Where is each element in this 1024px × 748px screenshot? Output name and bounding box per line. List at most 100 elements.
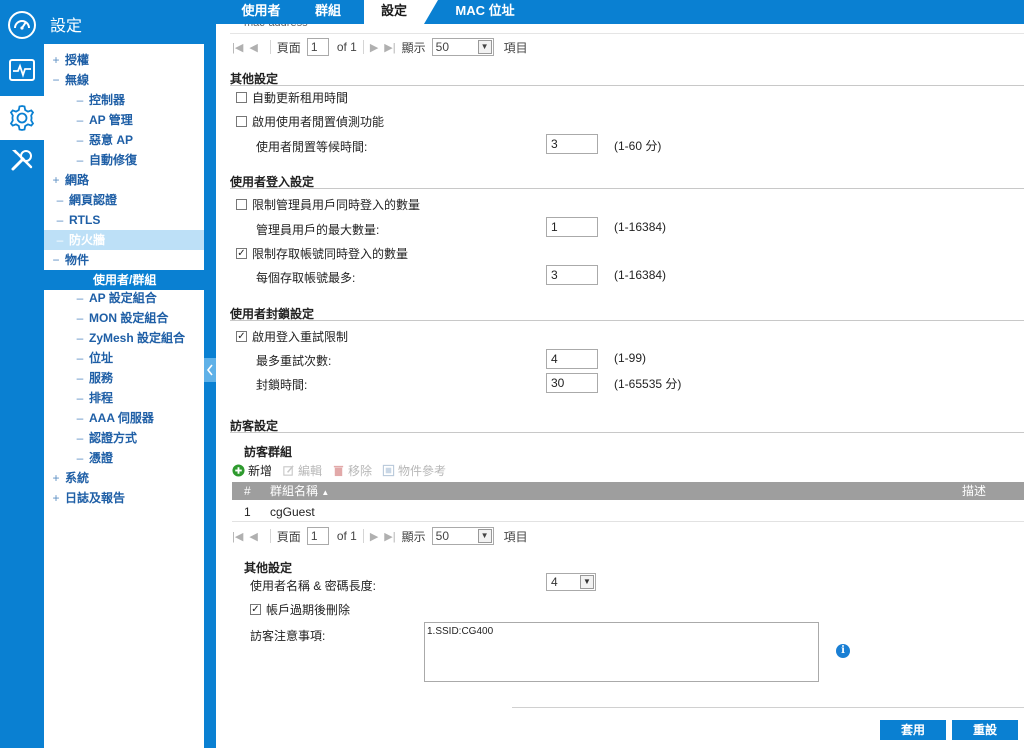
tab-groups[interactable]: 群組	[300, 0, 356, 24]
nav-item-mon-profile[interactable]: – MON 設定組合	[44, 308, 204, 328]
nav-item-system[interactable]: + 系統	[44, 468, 204, 488]
pager-guest: |◀ ◀ 頁面 1 of 1 ▶ ▶| 顯示 50 ▼ 項目	[232, 525, 528, 547]
nav-item-user-group[interactable]: 使用者/群組	[44, 270, 204, 290]
nav-item-zymesh-profile[interactable]: – ZyMesh 設定組合	[44, 328, 204, 348]
items-label: 項目	[503, 529, 528, 544]
nav-item-ap-management[interactable]: – AP 管理	[44, 110, 204, 130]
edit-button[interactable]: 編輯	[282, 462, 322, 479]
next-page-icon[interactable]: ▶	[370, 530, 378, 543]
first-page-icon[interactable]: |◀	[232, 530, 243, 543]
last-page-icon[interactable]: ▶|	[384, 41, 395, 54]
access-max-input[interactable]: 3	[546, 265, 598, 285]
admin-max-label: 管理員用戶的最大數量:	[256, 223, 380, 237]
nav-item-label: 授權	[65, 53, 90, 67]
col-group-name[interactable]: 群組名稱 ▲	[270, 482, 329, 502]
nav-item-label: 網頁認證	[69, 193, 118, 207]
nav-item-controller[interactable]: – 控制器	[44, 90, 204, 110]
name-pw-len-select[interactable]: 4 ▼	[546, 573, 596, 591]
nav-item-firewall[interactable]: – 防火牆	[44, 230, 204, 250]
prev-page-icon[interactable]: ◀	[249, 530, 257, 543]
nav-item-object[interactable]: − 物件	[44, 250, 204, 270]
col-description: 描述	[962, 484, 987, 498]
idle-wait-input[interactable]: 3	[546, 134, 598, 154]
nav-item-auto-healing[interactable]: – 自動修復	[44, 150, 204, 170]
object-reference-button[interactable]: 物件參考	[382, 462, 446, 479]
monitor-button[interactable]	[5, 53, 39, 87]
nav-item-wireless[interactable]: − 無線	[44, 70, 204, 90]
nav-item-label: 憑證	[89, 451, 114, 465]
nav-item-auth-method[interactable]: – 認證方式	[44, 428, 204, 448]
nav-item-schedule[interactable]: – 排程	[44, 388, 204, 408]
configuration-button[interactable]	[0, 96, 44, 140]
pager-top: |◀ ◀ 頁面 1 of 1 ▶ ▶| 顯示 50 ▼ 項目	[232, 36, 528, 58]
remove-label: 移除	[348, 463, 373, 478]
divider	[362, 529, 364, 543]
limit-access-checkbox[interactable]: ✓ 限制存取帳號同時登入的數量	[236, 245, 408, 261]
items-label: 項目	[503, 40, 528, 55]
nav-item-certificate[interactable]: – 憑證	[44, 448, 204, 468]
per-page-select[interactable]: 50 ▼	[431, 527, 494, 545]
add-button[interactable]: 新增	[232, 462, 272, 479]
divider	[269, 529, 271, 543]
nav-item-label: AP 管理	[89, 113, 133, 127]
table-row[interactable]: 1 cgGuest	[232, 502, 1024, 522]
idle-detect-checkbox[interactable]: 啟用使用者閒置偵測功能	[236, 113, 384, 129]
show-label: 顯示	[401, 529, 426, 544]
checkbox-label: 自動更新租用時間	[252, 90, 349, 105]
tab-users[interactable]: 使用者	[226, 0, 296, 24]
dashboard-button[interactable]	[5, 8, 39, 42]
apply-button[interactable]: 套用	[880, 720, 946, 740]
tab-mac-address[interactable]: MAC 位址	[440, 0, 530, 24]
guest-notice-textarea[interactable]: 1.SSID:CG400	[424, 622, 819, 682]
per-page-select[interactable]: 50 ▼	[431, 38, 494, 56]
access-max-range: (1-16384)	[614, 268, 667, 282]
next-page-icon[interactable]: ▶	[370, 41, 378, 54]
nav-item-log-report[interactable]: + 日誌及報告	[44, 488, 204, 508]
limit-admin-checkbox[interactable]: 限制管理員用戶同時登入的數量	[236, 196, 420, 212]
first-page-icon[interactable]: |◀	[232, 41, 243, 54]
nav-item-rogue-ap[interactable]: – 惡意 AP	[44, 130, 204, 150]
enable-retry-checkbox[interactable]: ✓ 啟用登入重試限制	[236, 328, 348, 344]
col-index: #	[244, 484, 251, 498]
page-label: 頁面	[276, 529, 301, 544]
info-icon[interactable]: i	[836, 644, 850, 658]
nav-item-label: ZyMesh 設定組合	[89, 331, 186, 345]
divider	[362, 40, 364, 54]
nav-item-rtls[interactable]: – RTLS	[44, 210, 204, 230]
nav-item-label: 服務	[89, 371, 114, 385]
idle-wait-label: 使用者閒置等候時間:	[256, 140, 368, 154]
page-number-input[interactable]: 1	[306, 527, 329, 545]
checkbox-label: 啟用登入重試限制	[252, 329, 349, 344]
nav-item-network[interactable]: + 網路	[44, 170, 204, 190]
nav-item-web-auth[interactable]: – 網頁認證	[44, 190, 204, 210]
page-number-input[interactable]: 1	[306, 38, 329, 56]
checkbox-label: 啟用使用者閒置偵測功能	[252, 114, 385, 129]
delete-expired-checkbox[interactable]: ✓ 帳戶過期後刪除	[250, 601, 350, 617]
prev-page-icon[interactable]: ◀	[249, 41, 257, 54]
last-page-icon[interactable]: ▶|	[384, 530, 395, 543]
remove-button[interactable]: 移除	[332, 462, 372, 479]
page-label: 頁面	[276, 40, 301, 55]
tab-settings[interactable]: 設定	[364, 0, 424, 24]
nav-item-license[interactable]: + 授權	[44, 50, 204, 70]
nav-item-label: 排程	[89, 391, 114, 405]
nav-item-service[interactable]: – 服務	[44, 368, 204, 388]
guest-group-title: 訪客群組	[244, 445, 293, 459]
max-retry-input[interactable]: 4	[546, 349, 598, 369]
expand-icon: +	[52, 53, 60, 67]
tab-notch	[424, 0, 438, 24]
reset-button[interactable]: 重設	[952, 720, 1018, 740]
nav-item-label: 自動修復	[89, 153, 138, 167]
maintenance-button[interactable]	[5, 143, 39, 177]
nav-item-address[interactable]: – 位址	[44, 348, 204, 368]
nav-item-ap-profile[interactable]: – AP 設定組合	[44, 288, 204, 308]
lockout-time-input[interactable]: 30	[546, 373, 598, 393]
admin-max-input[interactable]: 1	[546, 217, 598, 237]
collapse-panel-button[interactable]	[204, 358, 216, 382]
expand-icon: +	[52, 491, 60, 505]
nav-item-label: 網路	[65, 173, 90, 187]
pulse-monitor-icon	[9, 59, 35, 81]
nav-item-aaa-server[interactable]: – AAA 伺服器	[44, 408, 204, 428]
name-pw-len-value: 4	[551, 575, 558, 589]
auto-renew-checkbox[interactable]: 自動更新租用時間	[236, 89, 348, 105]
